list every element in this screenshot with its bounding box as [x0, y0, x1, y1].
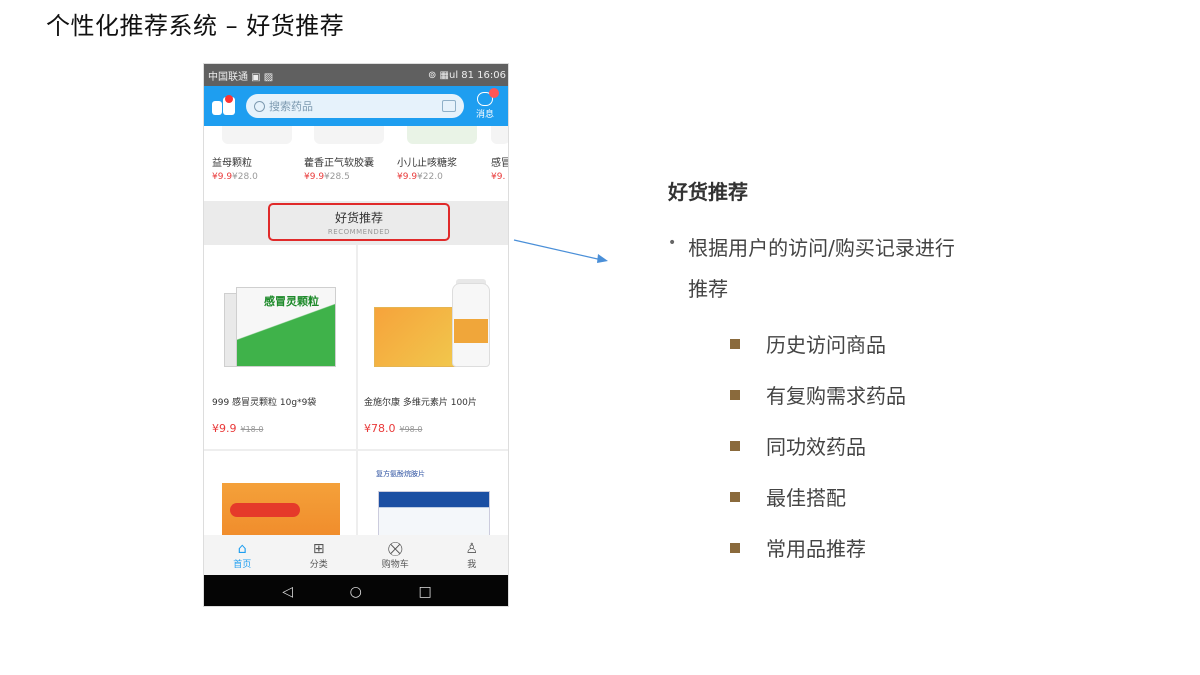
list-item: 最佳搭配 [730, 471, 906, 522]
bullet-dot-icon: • [668, 235, 677, 251]
nav-home[interactable]: ⌂ 首页 [217, 541, 267, 570]
nav-label: 购物车 [381, 559, 409, 570]
home-icon: ⌂ [237, 540, 247, 557]
user-icon: ♙ [465, 540, 479, 557]
strip-item-name: 益母颗粒 [212, 158, 252, 169]
status-right: ⊚ ▦ul 81 16:06 [427, 69, 506, 81]
square-bullet-icon [730, 491, 740, 502]
nav-label: 我 [467, 559, 477, 570]
square-bullet-icon [730, 338, 740, 349]
nav-label: 分类 [309, 559, 328, 570]
product-card[interactable]: 金施尔康 多维元素片 100片 ¥78.0 ¥98.0 [364, 395, 508, 435]
product-name: 金施尔康 多维元素片 100片 [364, 398, 477, 408]
scan-icon[interactable] [442, 100, 456, 112]
recommend-section-header: 好货推荐 RECOMMENDED [204, 201, 508, 245]
app-header: 搜索药品 消息 [204, 86, 508, 126]
product-image[interactable] [374, 279, 494, 369]
message-label: 消息 [476, 110, 495, 120]
status-left: 中国联通 ▣ ▨ [208, 71, 274, 83]
strip-item[interactable]: 小儿止咳糖浆 ¥9.9¥22.0 [397, 126, 487, 201]
product-image [407, 126, 477, 144]
product-card[interactable]: 999 感冒灵颗粒 10g*9袋 ¥9.9 ¥18.0 [212, 395, 362, 435]
square-bullet-icon [730, 389, 740, 400]
strip-item[interactable]: 益母颗粒 ¥9.9¥28.0 [212, 126, 302, 201]
cart-icon: ⛒ [388, 540, 403, 557]
panel-heading: 好货推荐 [668, 180, 748, 204]
strip-item-name: 感冒 [491, 158, 509, 169]
recommend-highlight-box[interactable]: 好货推荐 RECOMMENDED [268, 203, 450, 241]
strip-item-price: ¥9. [491, 172, 506, 182]
search-icon [254, 100, 265, 112]
product-price: ¥9.9 ¥18.0 [212, 422, 264, 435]
product-brand-label: 复方氨酚烷胺片 [376, 470, 425, 478]
product-image [222, 126, 292, 144]
square-bullet-icon [730, 440, 740, 451]
product-image [491, 126, 508, 144]
nav-category[interactable]: ⊞ 分类 [294, 541, 344, 570]
product-price: ¥78.0 ¥98.0 [364, 422, 423, 435]
product-image[interactable] [222, 483, 340, 543]
list-item: 历史访问商品 [730, 318, 906, 369]
strip-item[interactable]: 藿香正气软胶囊 ¥9.9¥28.5 [304, 126, 394, 201]
phone-screenshot: 中国联通 ▣ ▨ ⊚ ▦ul 81 16:06 搜索药品 消息 益母颗粒 ¥9.… [203, 63, 509, 607]
strip-item[interactable]: 感冒 ¥9. [491, 126, 509, 201]
nav-me[interactable]: ♙ 我 [447, 541, 497, 570]
nav-label: 首页 [233, 559, 252, 570]
strip-item-name: 藿香正气软胶囊 [304, 158, 374, 169]
sub-bullet-list: 历史访问商品 有复购需求药品 同功效药品 最佳搭配 常用品推荐 [730, 318, 906, 573]
android-nav-bar: ◁ ○ □ [204, 575, 508, 606]
section-title: 好货推荐 [334, 211, 383, 225]
category-icon: ⊞ [312, 540, 325, 557]
product-image [314, 126, 384, 144]
product-name: 999 感冒灵颗粒 10g*9袋 [212, 398, 317, 408]
status-bar: 中国联通 ▣ ▨ ⊚ ▦ul 81 16:06 [204, 64, 508, 86]
bottom-nav: ⌂ 首页 ⊞ 分类 ⛒ 购物车 ♙ 我 [204, 535, 508, 575]
list-item: 同功效药品 [730, 420, 906, 471]
strip-item-name: 小儿止咳糖浆 [397, 158, 457, 169]
list-item: 常用品推荐 [730, 522, 906, 573]
notification-badge [489, 88, 500, 98]
strip-item-price: ¥9.9¥28.5 [304, 172, 350, 182]
message-button[interactable]: 消息 [476, 88, 500, 120]
app-logo-icon[interactable] [212, 95, 236, 117]
product-grid: 感冒灵颗粒 999 感冒灵颗粒 10g*9袋 ¥9.9 ¥18.0 金施尔康 多维… [204, 245, 508, 543]
main-bullet: • 根据用户的访问/购买记录进行推荐 [668, 228, 968, 310]
list-item: 有复购需求药品 [730, 369, 906, 420]
square-bullet-icon [730, 542, 740, 553]
strip-item-price: ¥9.9¥22.0 [397, 172, 443, 182]
product-strip: 益母颗粒 ¥9.9¥28.0 藿香正气软胶囊 ¥9.9¥28.5 小儿止咳糖浆 … [204, 126, 509, 201]
box-label: 感冒灵颗粒 [264, 295, 319, 308]
main-bullet-text: 根据用户的访问/购买记录进行推荐 [688, 236, 955, 301]
slide-title: 个性化推荐系统 – 好货推荐 [46, 12, 345, 40]
strip-item-price: ¥9.9¥28.0 [212, 172, 258, 182]
search-placeholder: 搜索药品 [269, 100, 313, 113]
pointer-arrow-icon [513, 239, 608, 263]
product-image[interactable]: 感冒灵颗粒 [224, 279, 336, 367]
nav-cart[interactable]: ⛒ 购物车 [370, 541, 420, 570]
recents-icon[interactable]: □ [418, 584, 431, 600]
home-circle-icon[interactable]: ○ [350, 584, 362, 600]
search-input[interactable]: 搜索药品 [246, 94, 464, 118]
back-icon[interactable]: ◁ [282, 584, 293, 600]
section-subtitle: RECOMMENDED [327, 228, 391, 236]
